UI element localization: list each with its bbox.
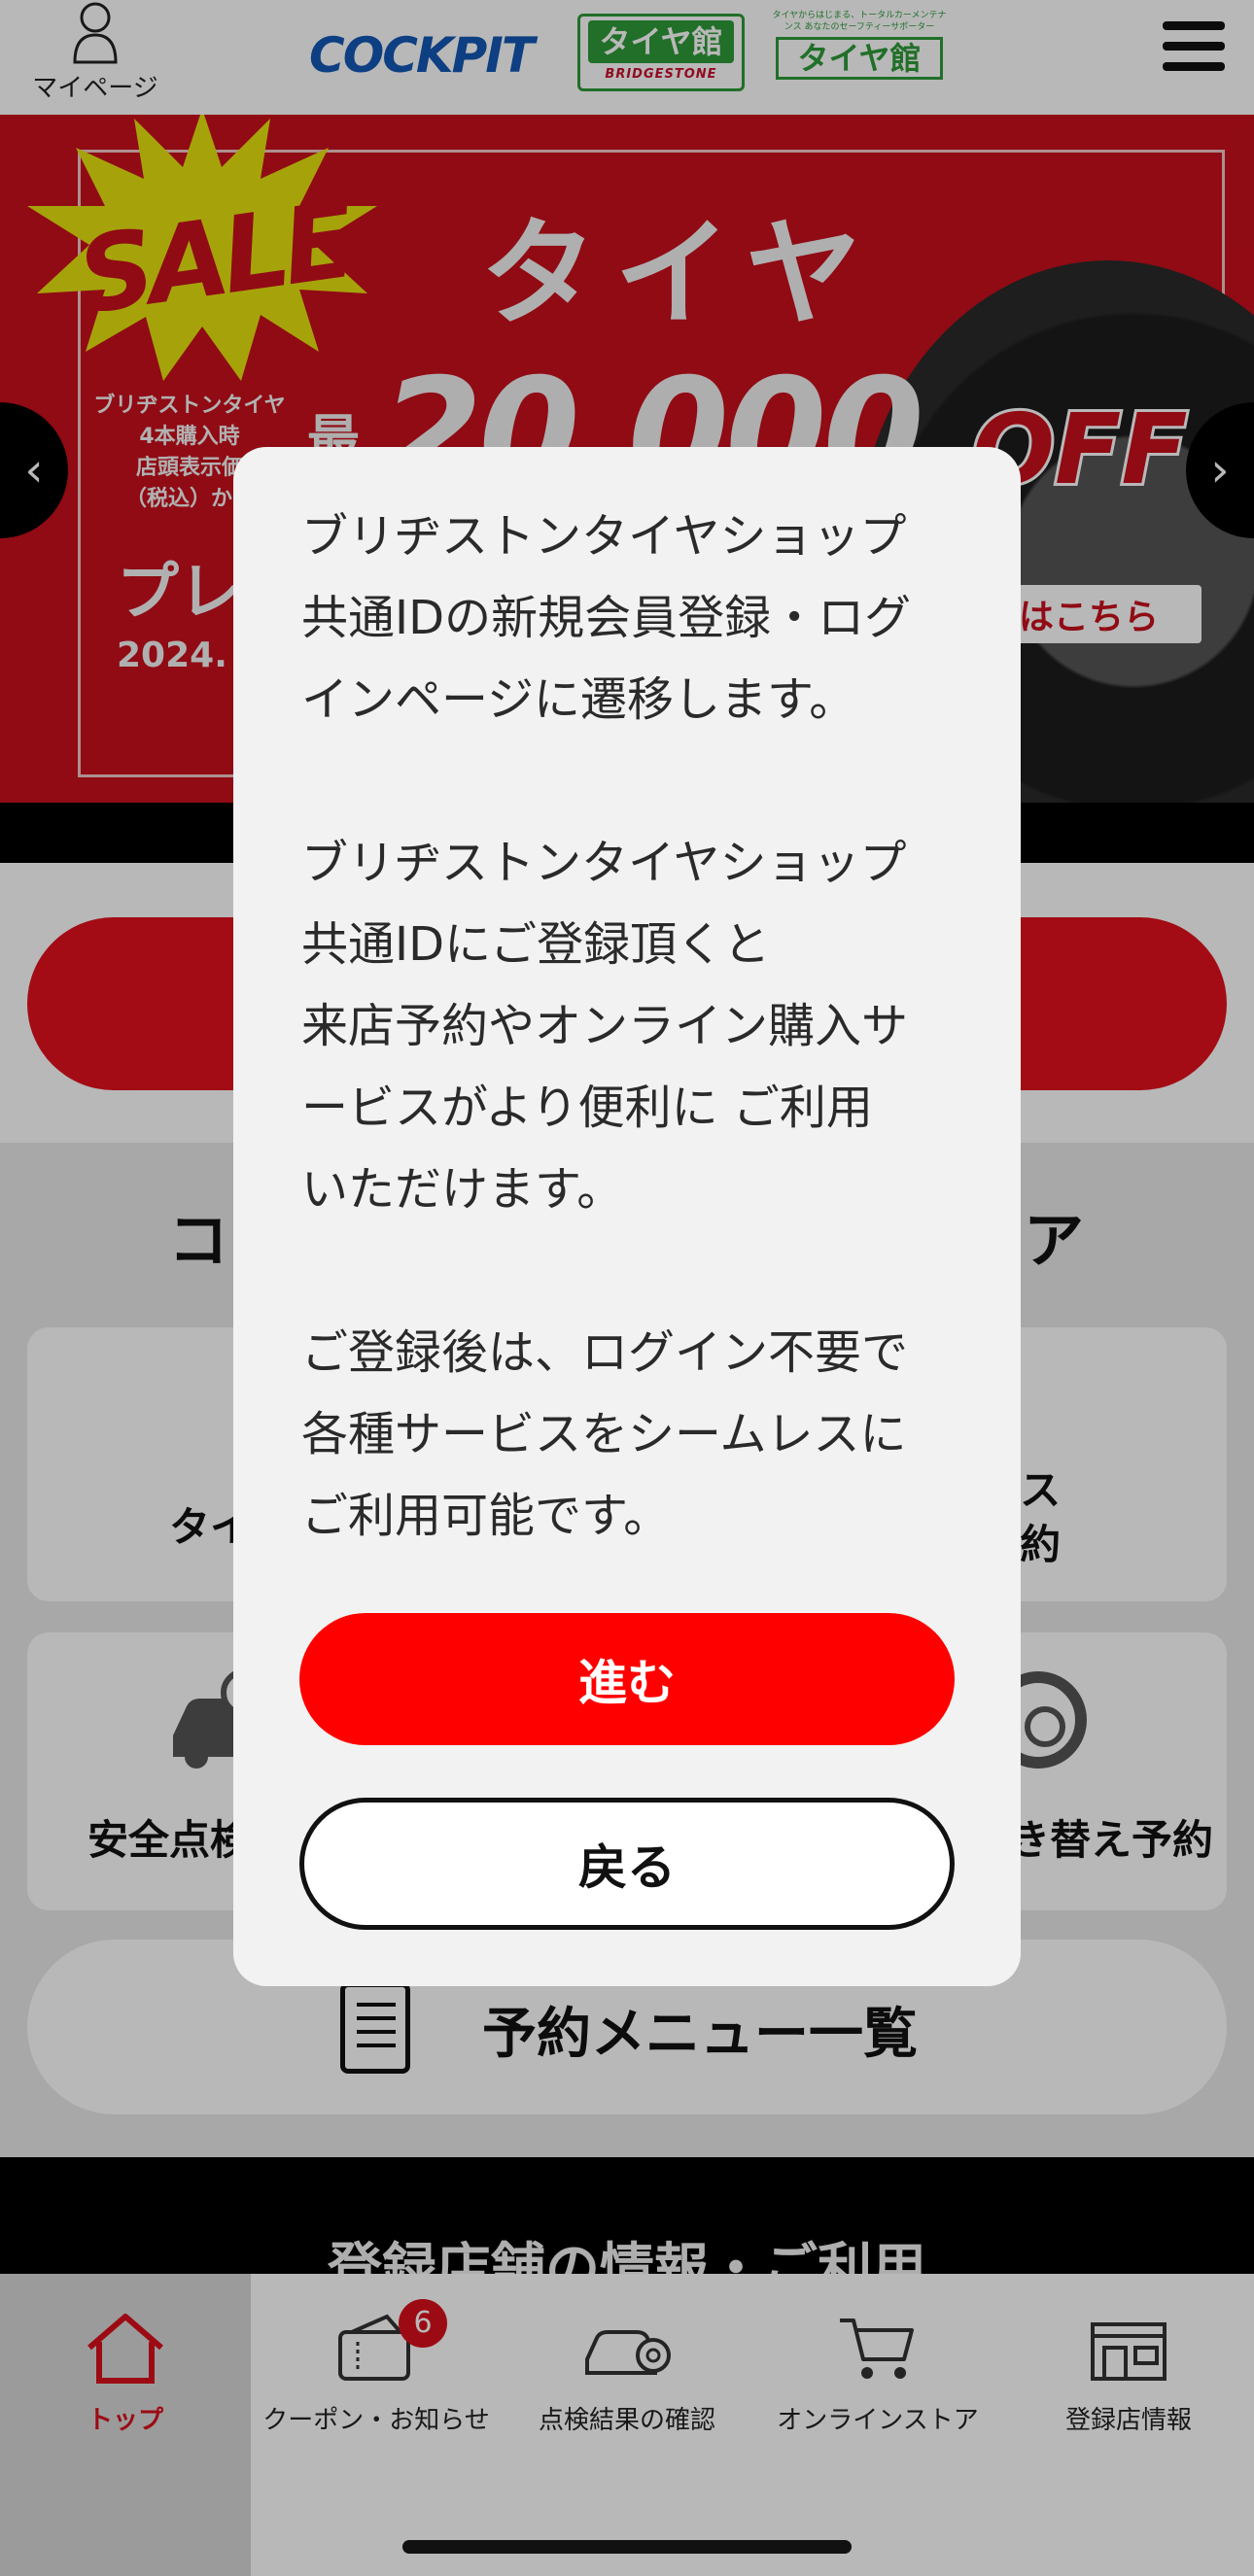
dialog-line: ービスがより便利に ご利用 xyxy=(301,1081,873,1135)
dialog-line: 共通IDの新規会員登録・ログ xyxy=(301,591,912,645)
dialog-line: ブリヂストンタイヤショップ xyxy=(301,509,907,564)
dialog-line: ご登録後は、ログイン不要で xyxy=(301,1325,909,1380)
home-indicator[interactable] xyxy=(402,2540,852,2554)
dialog-message: ブリヂストンタイヤショップ 共通IDの新規会員登録・ログ インページに遷移します… xyxy=(301,496,972,1557)
back-button[interactable]: 戻る xyxy=(299,1798,955,1930)
dialog-line: インページに遷移します。 xyxy=(301,672,856,727)
dialog-line: 共通IDにご登録頂くと xyxy=(301,917,771,972)
login-transition-dialog: ブリヂストンタイヤショップ 共通IDの新規会員登録・ログ インページに遷移します… xyxy=(233,447,1021,1986)
dialog-line: 各種サービスをシームレスに xyxy=(301,1407,907,1461)
dialog-line: いただけます。 xyxy=(301,1162,624,1217)
dialog-line: 来店予約やオンライン購入サ xyxy=(301,999,909,1053)
proceed-button[interactable]: 進む xyxy=(299,1613,955,1745)
dialog-line: ブリヂストンタイヤショップ xyxy=(301,836,907,890)
dialog-line: ご利用可能です。 xyxy=(301,1489,671,1543)
